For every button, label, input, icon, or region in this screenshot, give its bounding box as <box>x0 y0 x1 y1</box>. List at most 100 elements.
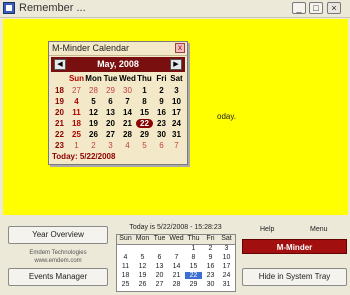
week-number: 22 <box>55 130 64 139</box>
mini-day[interactable]: 9 <box>202 254 219 261</box>
mini-day[interactable]: 13 <box>151 263 168 270</box>
calendar-day[interactable]: 20 <box>102 119 119 128</box>
popup-today-label[interactable]: Today: 5/22/2008 <box>52 152 115 161</box>
events-manager-button[interactable]: Events Manager <box>8 268 108 286</box>
calendar-day[interactable]: 5 <box>136 141 153 150</box>
calendar-day[interactable]: 6 <box>102 97 119 106</box>
calendar-day[interactable]: 18 <box>68 119 85 128</box>
mini-day[interactable]: 7 <box>168 254 185 261</box>
calendar-day[interactable]: 30 <box>119 86 136 95</box>
calendar-day[interactable]: 7 <box>119 97 136 106</box>
calendar-day[interactable]: 12 <box>85 108 102 117</box>
website-link[interactable]: www.emdem.com <box>8 258 108 264</box>
calendar-day[interactable]: 11 <box>68 108 85 117</box>
mini-day[interactable]: 11 <box>117 263 134 270</box>
mini-day[interactable]: 1 <box>185 245 202 252</box>
mini-day[interactable]: 10 <box>218 254 235 261</box>
calendar-day[interactable]: 5 <box>85 97 102 106</box>
mini-day[interactable]: 30 <box>202 281 219 288</box>
hide-in-tray-button[interactable]: Hide in System Tray <box>242 268 347 286</box>
calendar-day[interactable]: 22 <box>136 119 153 128</box>
calendar-day[interactable]: 26 <box>85 130 102 139</box>
mini-day[interactable]: 4 <box>117 254 134 261</box>
mini-day[interactable]: 8 <box>185 254 202 261</box>
week-number: 20 <box>55 108 64 117</box>
calendar-day[interactable]: 2 <box>85 141 102 150</box>
week-number: 21 <box>55 119 64 128</box>
help-link[interactable]: Help <box>260 226 274 233</box>
mini-day[interactable]: 23 <box>202 272 219 279</box>
week-number: 23 <box>55 141 64 150</box>
mini-day[interactable]: 17 <box>218 263 235 270</box>
calendar-day[interactable]: 28 <box>85 86 102 95</box>
calendar-day[interactable]: 1 <box>136 86 153 95</box>
calendar-day[interactable]: 8 <box>136 97 153 106</box>
mini-day[interactable]: 14 <box>168 263 185 270</box>
mini-day[interactable]: 27 <box>151 281 168 288</box>
calendar-day[interactable]: 3 <box>168 86 185 95</box>
mini-day[interactable]: 2 <box>202 245 219 252</box>
calendar-day[interactable]: 28 <box>119 130 136 139</box>
calendar-day[interactable]: 4 <box>68 97 85 106</box>
calendar-day[interactable]: 21 <box>119 119 136 128</box>
minimize-button[interactable]: _ <box>292 2 306 14</box>
calendar-day[interactable]: 7 <box>168 141 185 150</box>
mini-calendar[interactable]: Sun Mon Tue Wed Thu Fri Sat 1 2 3 4 5 6 7 8 9 10 1… <box>116 234 236 292</box>
calendar-day[interactable]: 13 <box>102 108 119 117</box>
mini-day[interactable]: 24 <box>218 272 235 279</box>
mini-day[interactable]: 16 <box>202 263 219 270</box>
calendar-day[interactable]: 17 <box>168 108 185 117</box>
mini-week-row: 25 26 27 28 29 30 31 <box>117 281 235 289</box>
calendar-day[interactable]: 19 <box>85 119 102 128</box>
calendar-day[interactable]: 24 <box>168 119 185 128</box>
next-month-button[interactable]: ▶ <box>170 59 182 70</box>
mini-day[interactable]: 20 <box>151 272 168 279</box>
mini-day[interactable]: 12 <box>134 263 151 270</box>
calendar-day[interactable]: 29 <box>136 130 153 139</box>
mini-week-row: 11 12 13 14 15 16 17 <box>117 263 235 271</box>
menu-link[interactable]: Menu <box>310 226 328 233</box>
mini-week-row: 4 5 6 7 8 9 10 <box>117 254 235 262</box>
year-overview-button[interactable]: Year Overview <box>8 226 108 244</box>
mini-day[interactable]: 26 <box>134 281 151 288</box>
mini-day[interactable]: 22 <box>185 272 202 279</box>
close-button[interactable]: × <box>327 2 341 14</box>
mini-day[interactable]: 31 <box>218 281 235 288</box>
maximize-button[interactable]: □ <box>309 2 323 14</box>
mini-day[interactable]: 15 <box>185 263 202 270</box>
calendar-day[interactable]: 15 <box>136 108 153 117</box>
mini-day[interactable]: 6 <box>151 254 168 261</box>
calendar-day[interactable]: 14 <box>119 108 136 117</box>
calendar-day[interactable]: 27 <box>68 86 85 95</box>
calendar-day[interactable]: 4 <box>119 141 136 150</box>
m-minder-button[interactable]: M-Minder <box>242 239 347 254</box>
mini-day[interactable]: 21 <box>168 272 185 279</box>
note-text: oday. <box>217 112 236 121</box>
calendar-day[interactable]: 3 <box>102 141 119 150</box>
calendar-day[interactable]: 1 <box>68 141 85 150</box>
popup-close-button[interactable]: x <box>175 43 185 53</box>
mini-weekday: Thu <box>187 235 200 242</box>
mini-day[interactable]: 29 <box>185 281 202 288</box>
calendar-day[interactable]: 25 <box>68 130 85 139</box>
calendar-day[interactable]: 27 <box>102 130 119 139</box>
mini-day[interactable]: 28 <box>168 281 185 288</box>
popup-title: M-Minder Calendar <box>52 43 130 53</box>
calendar-grid: 18 27 28 29 30 1 2 3 19 4 5 6 7 8 9 10 20 11 12 13 14 15 16 17 2… <box>51 86 185 152</box>
mini-day[interactable]: 18 <box>117 272 134 279</box>
calendar-day[interactable]: 10 <box>168 97 185 106</box>
popup-titlebar[interactable]: M-Minder Calendar x <box>49 42 187 56</box>
calendar-week-row: 21 18 19 20 21 22 23 24 <box>51 119 185 130</box>
calendar-day[interactable]: 31 <box>168 130 185 139</box>
window-titlebar[interactable]: Remember ... _ □ × <box>0 0 350 18</box>
mini-week-row: 123 <box>117 245 235 253</box>
month-label: May, 2008 <box>97 59 139 69</box>
mini-day[interactable]: 19 <box>134 272 151 279</box>
weekday-wed: Wed <box>119 74 136 83</box>
mini-day[interactable]: 5 <box>134 254 151 261</box>
weekday-sat: Sat <box>170 74 183 83</box>
calendar-week-row: 23 1 2 3 4 5 6 7 <box>51 141 185 152</box>
mini-day[interactable]: 3 <box>218 245 235 252</box>
mini-day[interactable]: 25 <box>117 281 134 288</box>
calendar-day[interactable]: 29 <box>102 86 119 95</box>
